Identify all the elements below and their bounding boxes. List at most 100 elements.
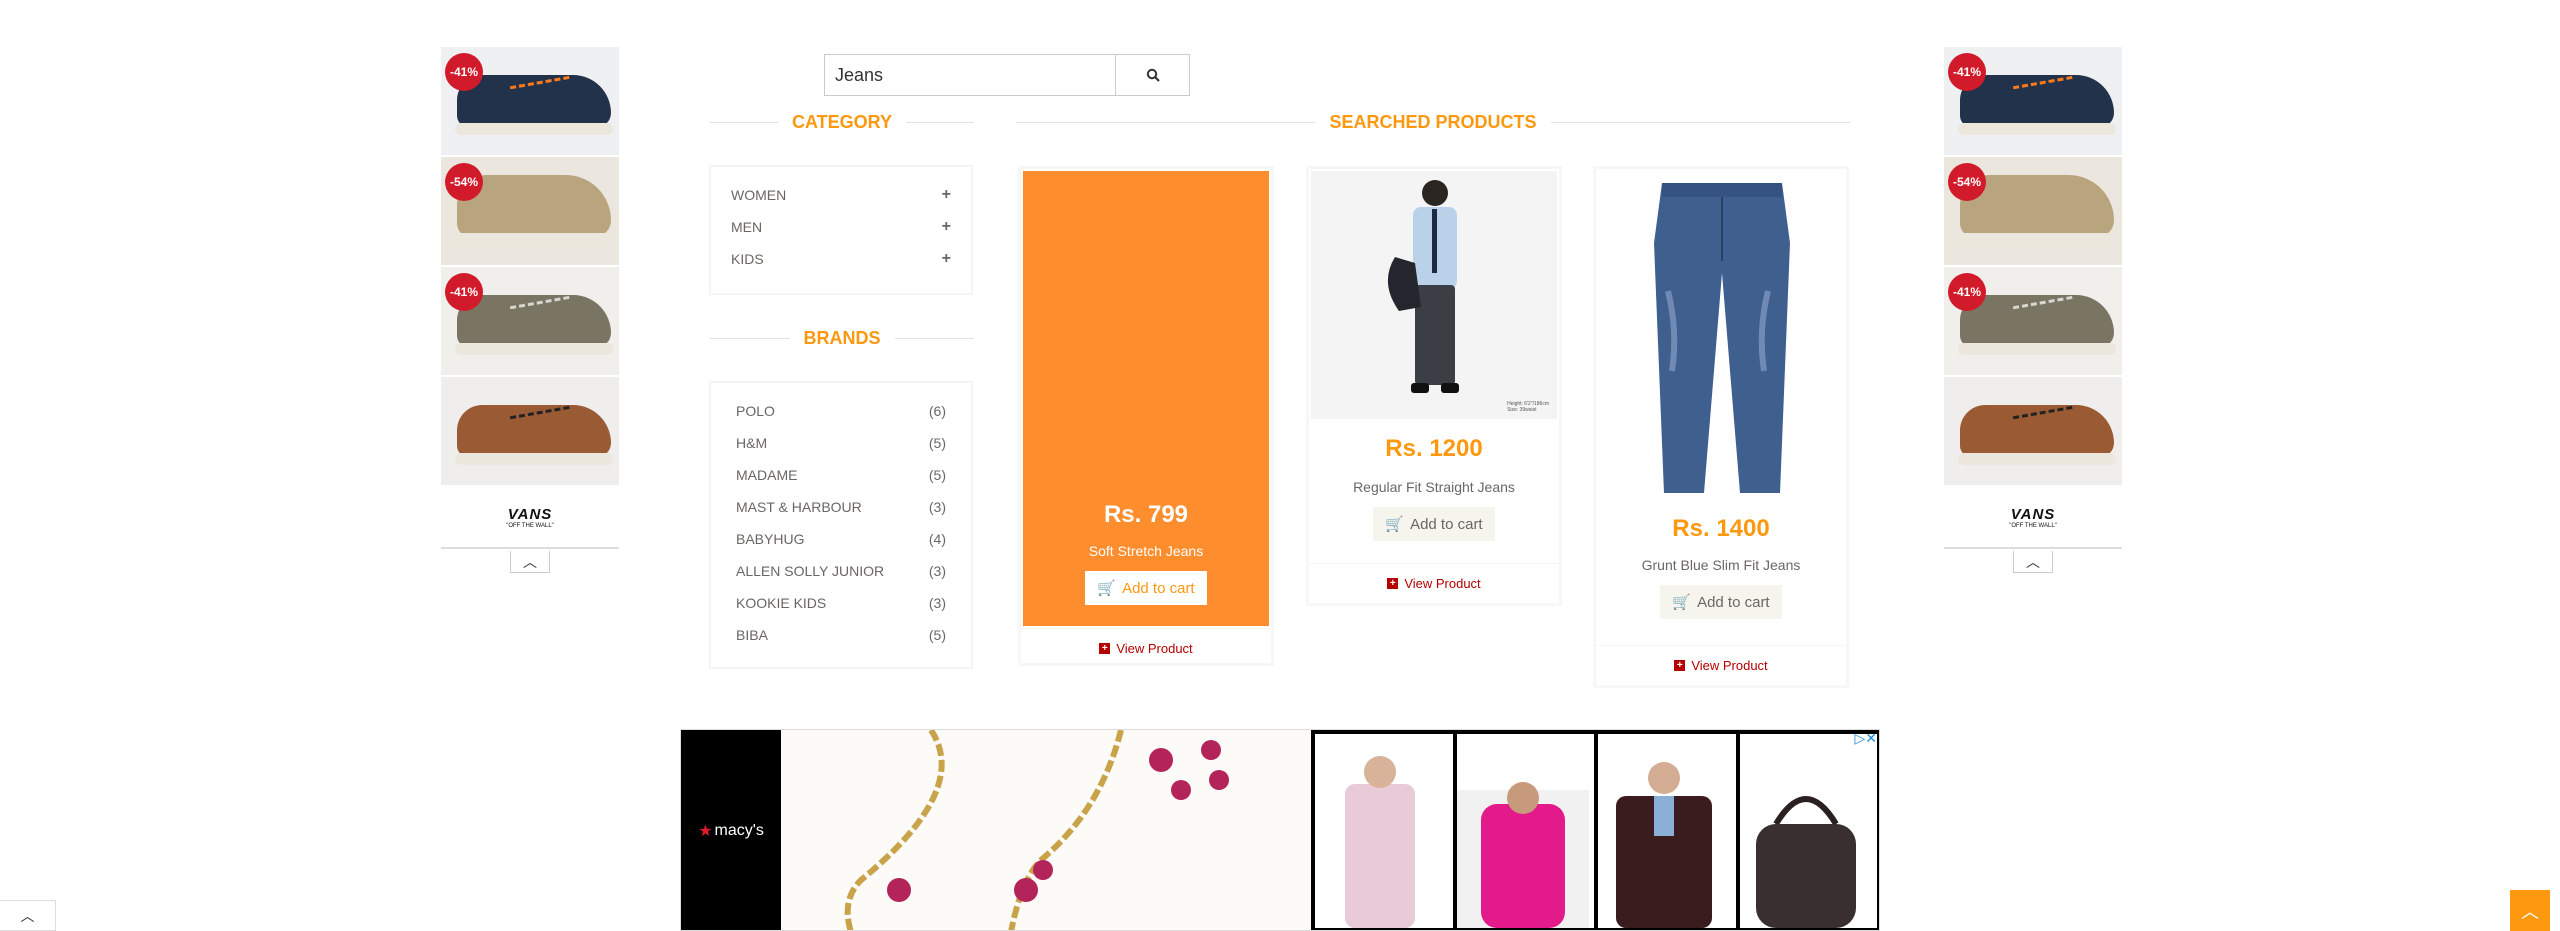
- product-card[interactable]: Rs. 1400 Grunt Blue Slim Fit Jeans 🛒 Add…: [1593, 166, 1849, 688]
- product-card[interactable]: Rs. 799 Soft Stretch Jeans 🛒 Add to cart…: [1018, 166, 1274, 666]
- plus-icon[interactable]: +: [942, 186, 951, 204]
- view-product-link[interactable]: + View Product: [1309, 563, 1559, 603]
- ad-item-blazer[interactable]: [1598, 734, 1736, 928]
- search-button[interactable]: [1115, 54, 1190, 96]
- brand-name: ALLEN SOLLY JUNIOR: [736, 563, 885, 579]
- discount-badge: -41%: [445, 273, 483, 311]
- product-card[interactable]: Height: 6'2"/186cm Size: 39waist Rs. 120…: [1306, 166, 1562, 606]
- ad-shoe-tile[interactable]: -41%: [1944, 47, 2122, 157]
- product-image[interactable]: Height: 6'2"/186cm Size: 39waist: [1311, 171, 1557, 419]
- add-to-cart-button[interactable]: 🛒 Add to cart: [1373, 507, 1495, 541]
- search-input[interactable]: [824, 54, 1115, 96]
- category-item-men[interactable]: MEN +: [711, 211, 971, 243]
- add-to-cart-label: Add to cart: [1697, 593, 1770, 611]
- macys-label: macy's: [714, 822, 764, 839]
- collapse-ad-button[interactable]: ︿: [510, 551, 550, 573]
- category-item-kids[interactable]: KIDS +: [711, 243, 971, 275]
- brand-item-allen-solly-junior[interactable]: ALLEN SOLLY JUNIOR (3): [711, 555, 971, 587]
- image-caption: Height: 6'2"/186cm Size: 39waist: [1507, 401, 1549, 413]
- brand-name: MADAME: [736, 467, 798, 483]
- discount-badge: -41%: [1948, 273, 1986, 311]
- brand-name: BIBA: [736, 627, 768, 643]
- ad-shoe-tile[interactable]: -41%: [441, 267, 619, 377]
- add-to-cart-button[interactable]: 🛒 Add to cart: [1660, 585, 1782, 619]
- brand-item-madame[interactable]: MADAME (5): [711, 459, 971, 491]
- collapse-footer-button[interactable]: ︿: [0, 900, 56, 931]
- brand-item-mast-harbour[interactable]: MAST & HARBOUR (3): [711, 491, 971, 523]
- ad-product-strip: [1311, 730, 1879, 930]
- model-figure: [1387, 180, 1459, 393]
- arrow-up-icon: ︿: [2521, 901, 2539, 922]
- ad-shoe-tile[interactable]: -41%: [441, 47, 619, 157]
- jeans-image: [1654, 183, 1790, 493]
- product-image[interactable]: [1598, 171, 1844, 501]
- search-bar: [824, 54, 1190, 96]
- brand-count: (4): [928, 531, 946, 547]
- brand-name: H&M: [736, 435, 768, 451]
- brand-count: (5): [928, 627, 946, 643]
- star-icon: ★: [698, 823, 713, 840]
- jewelry-image: [781, 730, 1311, 930]
- brand-name: KOOKIE KIDS: [736, 595, 827, 611]
- discount-badge: -54%: [1948, 163, 1986, 201]
- discount-badge: -54%: [445, 163, 483, 201]
- add-to-cart-label: Add to cart: [1122, 579, 1195, 597]
- plus-square-icon: +: [1387, 578, 1399, 589]
- brand-item-polo[interactable]: POLO (6): [711, 395, 971, 427]
- left-side-ad[interactable]: ▷✕ -41% -54% -41% VANS "OFF THE WALL" ︿: [441, 47, 619, 573]
- chevron-up-icon: ︿: [20, 907, 35, 924]
- plus-icon[interactable]: +: [942, 218, 951, 236]
- plus-icon[interactable]: +: [942, 250, 951, 268]
- collapse-ad-button[interactable]: ︿: [2013, 551, 2053, 573]
- view-product-label: View Product: [1116, 641, 1193, 656]
- plus-square-icon: +: [1099, 643, 1111, 654]
- category-item-women[interactable]: WOMEN +: [711, 179, 971, 211]
- bottom-banner-ad[interactable]: ★ macy's ▷✕: [680, 729, 1880, 931]
- brand-item-kookie-kids[interactable]: KOOKIE KIDS (3): [711, 587, 971, 619]
- brands-panel: POLO (6) H&M (5) MADAME (5) MAST & HARBOUR (…: [710, 382, 972, 668]
- ad-shoe-tile[interactable]: [441, 377, 619, 487]
- view-product-link[interactable]: + View Product: [1596, 645, 1846, 685]
- brand-count: (3): [928, 499, 946, 515]
- macys-logo: ★ macy's: [681, 730, 781, 930]
- ad-item-handbag[interactable]: [1739, 734, 1877, 928]
- vans-logo: VANS "OFF THE WALL": [441, 487, 619, 549]
- ad-shoe-tile[interactable]: -54%: [441, 157, 619, 267]
- brand-name: VANS: [507, 505, 553, 523]
- brand-tagline: "OFF THE WALL": [506, 522, 554, 529]
- discount-badge: -41%: [445, 53, 483, 91]
- view-product-label: View Product: [1404, 576, 1481, 591]
- category-heading: Category: [710, 112, 975, 133]
- plus-square-icon: +: [1674, 660, 1686, 671]
- brand-name: BABYHUG: [736, 531, 805, 547]
- ad-choices-icon[interactable]: ▷✕: [1855, 730, 1878, 747]
- products-heading: Searched Products: [1016, 112, 1850, 133]
- brand-item-biba[interactable]: BIBA (5): [711, 619, 971, 651]
- brand-count: (6): [928, 403, 946, 419]
- chevron-up-icon: ︿: [2026, 553, 2040, 570]
- view-product-link[interactable]: + View Product: [1021, 628, 1271, 668]
- brand-name: MAST & HARBOUR: [736, 499, 862, 515]
- add-to-cart-button[interactable]: 🛒 Add to cart: [1085, 571, 1207, 605]
- ad-item-vest[interactable]: [1315, 734, 1453, 928]
- product-price: Rs. 1400: [1672, 515, 1770, 542]
- product-name: Grunt Blue Slim Fit Jeans: [1641, 557, 1801, 573]
- product-info: Rs. 1400 Grunt Blue Slim Fit Jeans 🛒 Add…: [1596, 171, 1846, 619]
- brand-tagline: "OFF THE WALL": [2009, 522, 2057, 529]
- product-name: Regular Fit Straight Jeans: [1353, 479, 1515, 495]
- category-label: WOMEN: [731, 187, 787, 203]
- product-overlay: Rs. 799 Soft Stretch Jeans 🛒 Add to cart: [1023, 171, 1269, 626]
- scroll-up-button[interactable]: ︿: [2510, 890, 2550, 931]
- brands-heading: Brands: [710, 328, 975, 349]
- product-info: Height: 6'2"/186cm Size: 39waist Rs. 120…: [1309, 171, 1559, 541]
- ad-shoe-tile[interactable]: -54%: [1944, 157, 2122, 267]
- brand-item-hm[interactable]: H&M (5): [711, 427, 971, 459]
- product-price: Rs. 799: [1103, 501, 1189, 528]
- add-to-cart-label: Add to cart: [1410, 515, 1483, 533]
- chevron-up-icon: ︿: [523, 553, 537, 570]
- ad-item-jacket[interactable]: [1456, 734, 1594, 928]
- right-side-ad[interactable]: ▷✕ -41% -54% -41% VANS "OFF THE WALL" ︿: [1944, 47, 2122, 573]
- ad-shoe-tile[interactable]: -41%: [1944, 267, 2122, 377]
- brand-item-babyhug[interactable]: BABYHUG (4): [711, 523, 971, 555]
- ad-shoe-tile[interactable]: [1944, 377, 2122, 487]
